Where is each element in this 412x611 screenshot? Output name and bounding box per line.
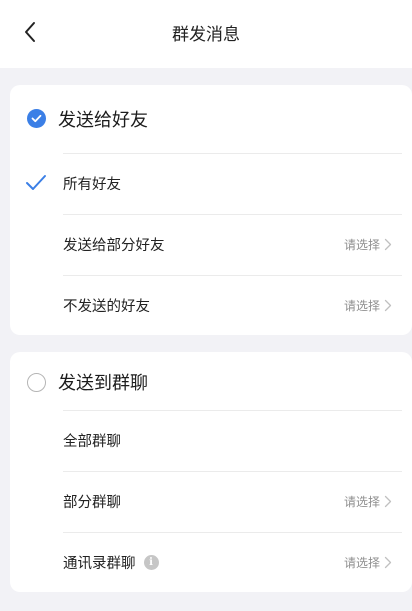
row-label: 发送给部分好友 (63, 238, 165, 254)
label-wrap: 通讯录群聊 i (63, 552, 159, 573)
divider (63, 532, 402, 533)
row-action[interactable]: 请选择 (344, 236, 392, 253)
chevron-right-icon (384, 299, 392, 312)
row-action[interactable]: 请选择 (344, 554, 392, 571)
choose-text: 请选择 (343, 238, 380, 252)
info-icon[interactable]: i (143, 555, 159, 570)
all-groups-row[interactable]: 全部群聊 (10, 410, 412, 471)
chevron-right-icon (384, 238, 392, 251)
divider (63, 275, 402, 276)
divider (63, 153, 402, 154)
send-to-groups-option[interactable]: 发送到群聊 (10, 352, 412, 412)
contact-groups-row[interactable]: 通讯录群聊 i 请选择 (10, 532, 412, 593)
some-friends-row[interactable]: 发送给部分好友 请选择 (10, 214, 412, 275)
row-label: 全部群聊 (63, 434, 121, 450)
check-icon (26, 175, 46, 190)
row-label: 所有好友 (63, 177, 121, 193)
groups-card: 发送到群聊 全部群聊 部分群聊 请选择 通讯录群聊 i 请选择 (10, 352, 412, 592)
divider (63, 410, 402, 411)
section-label-groups: 发送到群聊 (58, 373, 148, 394)
row-label: 通讯录群聊 (63, 556, 136, 572)
divider (63, 471, 402, 472)
exclude-friends-row[interactable]: 不发送的好友 请选择 (10, 275, 412, 336)
row-action[interactable]: 请选择 (344, 297, 392, 314)
radio-unchecked-icon[interactable] (27, 372, 46, 392)
chevron-right-icon (384, 495, 392, 508)
header-bar: 群发消息 (0, 0, 412, 68)
divider (63, 214, 402, 215)
row-label: 部分群聊 (63, 495, 121, 511)
row-label: 不发送的好友 (63, 299, 150, 315)
send-to-friends-option[interactable]: 发送给好友 (10, 85, 412, 152)
radio-checked-icon[interactable] (27, 109, 46, 128)
page-title: 群发消息 (172, 25, 240, 45)
friends-card: 发送给好友 所有好友 发送给部分好友 请选择 不发送的好友 请选择 (10, 85, 412, 335)
choose-text: 请选择 (343, 299, 380, 313)
chevron-right-icon (384, 556, 392, 569)
choose-text: 请选择 (343, 556, 380, 570)
section-label-friends: 发送给好友 (58, 109, 148, 131)
choose-text: 请选择 (343, 495, 380, 509)
row-action[interactable]: 请选择 (344, 493, 392, 510)
some-groups-row[interactable]: 部分群聊 请选择 (10, 471, 412, 532)
all-friends-row[interactable]: 所有好友 (10, 153, 412, 214)
